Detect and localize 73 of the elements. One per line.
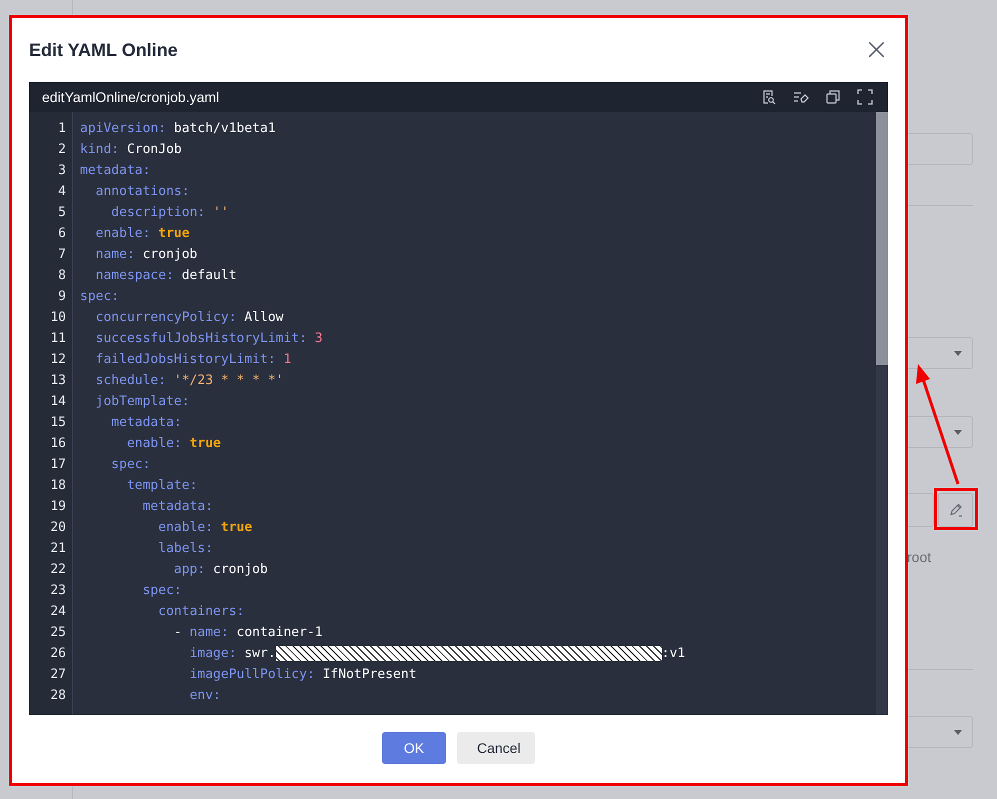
line-number: 9	[57, 289, 66, 304]
code-line: labels:	[158, 541, 214, 556]
close-button[interactable]: ×	[864, 37, 889, 63]
line-number: 7	[57, 247, 66, 262]
code-line: namespace: default	[96, 268, 237, 283]
line-number: 2	[57, 142, 66, 157]
code-line: spec:	[142, 583, 182, 598]
edit-button[interactable]	[938, 493, 973, 527]
line-number: 20	[49, 520, 66, 535]
line-number: 19	[49, 499, 66, 514]
line-number: 26	[49, 646, 66, 661]
line-number: 25	[49, 625, 66, 640]
line-number: 1	[57, 121, 66, 136]
code-line: template:	[126, 478, 198, 493]
code-line: metadata:	[80, 163, 150, 178]
code-text: :v1	[662, 646, 686, 661]
code-line: - name: container-1	[174, 625, 323, 640]
line-number: 18	[49, 478, 66, 493]
line-number: 10	[49, 310, 66, 325]
caret-icon	[954, 430, 962, 435]
field-hint: root	[907, 549, 932, 567]
line-number: 23	[49, 583, 66, 598]
line-number: 6	[57, 226, 66, 241]
line-number: 22	[49, 562, 66, 577]
code-line: imagePullPolicy: IfNotPresent	[190, 667, 417, 682]
code-line: app: cronjob	[174, 562, 268, 577]
file-path: editYamlOnline/cronjob.yaml	[42, 89, 220, 105]
line-number: 24	[49, 604, 66, 619]
line-number: 11	[49, 331, 66, 346]
code-line: containers:	[158, 604, 244, 619]
ok-button[interactable]: OK	[382, 732, 446, 764]
code-line: enable: true	[96, 226, 190, 241]
line-number: 14	[49, 394, 66, 409]
code-line: enable: true	[126, 436, 221, 451]
scrollbar-thumb[interactable]	[876, 112, 888, 365]
code-line: successfulJobsHistoryLimit: 3	[96, 331, 323, 346]
code-line: annotations:	[96, 184, 190, 199]
code-line: schedule: '*/23 * * * *'	[96, 373, 284, 388]
line-number: 8	[57, 268, 66, 283]
code-line: spec:	[80, 289, 120, 304]
dialog-title: Edit YAML Online	[29, 40, 178, 60]
code-line: failedJobsHistoryLimit: 1	[96, 352, 292, 367]
copy-icon[interactable]	[825, 89, 841, 105]
line-number: 28	[49, 688, 66, 703]
line-number: 16	[49, 436, 66, 451]
code-line: kind: CronJob	[80, 142, 182, 157]
code-line: metadata:	[142, 499, 214, 514]
code-line: jobTemplate:	[96, 394, 190, 409]
line-number: 13	[49, 373, 66, 388]
code-line: description: ''	[111, 205, 229, 220]
document-search-icon[interactable]	[761, 89, 777, 105]
code-line: image: swr.	[190, 646, 276, 661]
code-line: apiVersion: batch/v1beta1	[80, 121, 276, 136]
pencil-icon	[948, 502, 964, 518]
caret-icon	[954, 730, 962, 735]
line-number: 17	[49, 457, 66, 472]
line-number: 3	[57, 163, 66, 178]
code-line: env:	[190, 688, 221, 703]
line-number: 4	[57, 184, 66, 199]
code-line: spec:	[111, 457, 150, 472]
line-number: 21	[49, 541, 66, 556]
line-number: 27	[49, 667, 66, 682]
cancel-button[interactable]: Cancel	[457, 732, 535, 764]
code-line: enable: true	[158, 520, 252, 535]
line-number: 15	[49, 415, 66, 430]
caret-icon	[954, 351, 962, 356]
code-line: name: cronjob	[96, 247, 198, 262]
line-number: 12	[49, 352, 66, 367]
code-line: metadata:	[111, 415, 182, 430]
highlight-frame	[934, 488, 978, 530]
fullscreen-icon[interactable]	[857, 89, 873, 105]
line-number: 5	[57, 205, 66, 220]
code-line: concurrencyPolicy: Allow	[96, 310, 284, 325]
